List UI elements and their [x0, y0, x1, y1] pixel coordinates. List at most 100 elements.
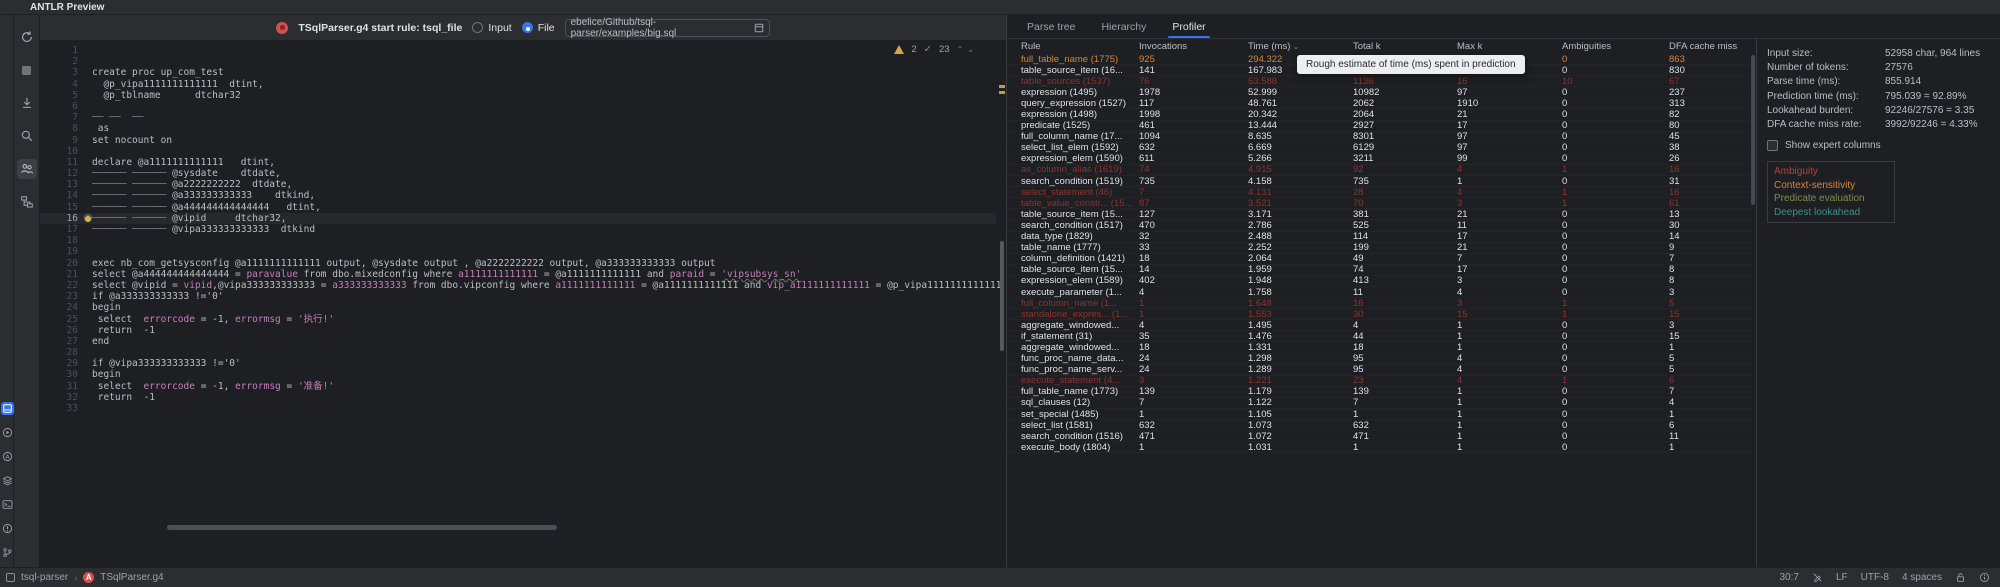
- column-header[interactable]: Time (ms) ⌄: [1248, 41, 1353, 52]
- git-branch-icon[interactable]: [1, 546, 14, 559]
- profiler-people-icon[interactable]: [17, 159, 37, 179]
- line-separator[interactable]: LF: [1836, 572, 1848, 583]
- breadcrumb-file[interactable]: TSqlParser.g4: [100, 572, 163, 583]
- table-vertical-scrollbar[interactable]: [1751, 55, 1755, 205]
- column-header[interactable]: DFA cache miss: [1669, 41, 1756, 52]
- code-line[interactable]: 19: [40, 246, 996, 257]
- code-line[interactable]: 33: [40, 403, 996, 414]
- code-line[interactable]: 3create proc up_com_test: [40, 67, 996, 78]
- code-line[interactable]: 29if @vipa333333333333 !='0': [40, 358, 996, 369]
- table-row[interactable]: full_column_name (17...10948.63583019704…: [1007, 132, 1756, 143]
- input-radio[interactable]: Input: [472, 22, 511, 34]
- table-row[interactable]: standalone_expres... (1...11.5533015115: [1007, 309, 1756, 320]
- editor-horizontal-scrollbar[interactable]: [92, 525, 996, 531]
- table-row[interactable]: data_type (1829)322.48811417014: [1007, 232, 1756, 243]
- table-row[interactable]: execute_statement (4...31.22123416: [1007, 376, 1756, 387]
- code-line[interactable]: 32 return -1: [40, 392, 996, 403]
- highlighting-level-icon[interactable]: [1812, 572, 1823, 583]
- error-stripe-mark[interactable]: [999, 91, 1005, 94]
- code-line[interactable]: 8 as: [40, 123, 996, 134]
- problems-icon[interactable]: [1, 522, 14, 535]
- table-row[interactable]: search_condition (1517)4702.78652511030: [1007, 220, 1756, 231]
- code-line[interactable]: 25 select errorcode = -1, errormsg = '执行…: [40, 314, 996, 325]
- input-radio-circle[interactable]: [472, 22, 483, 33]
- table-row[interactable]: full_column_name (1...11.64816315: [1007, 298, 1756, 309]
- refresh-icon[interactable]: [17, 27, 37, 47]
- table-row[interactable]: aggregate_windowed...181.33118101: [1007, 342, 1756, 353]
- code-editor[interactable]: 123create proc up_com_test4 @p_vipa11111…: [40, 41, 1006, 567]
- code-line[interactable]: 21select @a444444444444444 = paravalue f…: [40, 269, 996, 280]
- code-line[interactable]: 6: [40, 101, 996, 112]
- indent-setting[interactable]: 4 spaces: [1902, 572, 1942, 583]
- table-row[interactable]: table_source_item (15...141.959741708: [1007, 265, 1756, 276]
- column-header[interactable]: Rule: [1021, 41, 1139, 52]
- code-line[interactable]: 31 select errorcode = -1, errormsg = '准备…: [40, 381, 996, 392]
- code-line[interactable]: 18: [40, 235, 996, 246]
- active-tool-window-icon[interactable]: [1, 402, 14, 415]
- tab-profiler[interactable]: Profiler: [1172, 15, 1205, 38]
- file-radio-circle[interactable]: [522, 22, 533, 33]
- terminal-icon[interactable]: [1, 498, 14, 511]
- table-row[interactable]: column_definition (1421)182.06449707: [1007, 254, 1756, 265]
- code-line[interactable]: 11declare @a1111111111111 dtint,: [40, 157, 996, 168]
- code-line[interactable]: 4 @p_vipa1111111111111 dtint,: [40, 79, 996, 90]
- code-line[interactable]: 16────── ────── @vipid dtchar32,: [40, 213, 996, 224]
- code-line[interactable]: 7── ── ──: [40, 112, 996, 123]
- code-line[interactable]: 5 @p_tblname dtchar32: [40, 90, 996, 101]
- services-icon[interactable]: [1, 474, 14, 487]
- code-line[interactable]: 23if @a333333333333 !='0': [40, 291, 996, 302]
- table-row[interactable]: predicate (1525)46113.444292717080: [1007, 121, 1756, 132]
- code-line[interactable]: 22select @vipid = vipid,@vipa33333333333…: [40, 280, 996, 291]
- code-line[interactable]: 30begin: [40, 369, 996, 380]
- table-row[interactable]: table_sources (1537)7653.5881136161067: [1007, 76, 1756, 87]
- table-row[interactable]: if_statement (31)351.476441015: [1007, 331, 1756, 342]
- tab-parse-tree[interactable]: Parse tree: [1027, 15, 1075, 38]
- stop-icon[interactable]: [17, 60, 37, 80]
- editor-vertical-scrollbar[interactable]: [1000, 241, 1004, 351]
- code-line[interactable]: 20exec nb_com_getsysconfig @a11111111111…: [40, 258, 996, 269]
- unlock-icon[interactable]: [1955, 572, 1966, 583]
- scroll-to-source-icon[interactable]: [17, 93, 37, 113]
- error-stripe-mark[interactable]: [999, 85, 1005, 88]
- code-line[interactable]: 2: [40, 56, 996, 67]
- code-line[interactable]: 27end: [40, 336, 996, 347]
- code-line[interactable]: 13────── ────── @a2222222222 dtdate,: [40, 179, 996, 190]
- hierarchy-icon[interactable]: [17, 192, 37, 212]
- tab-hierarchy[interactable]: Hierarchy: [1101, 15, 1146, 38]
- table-row[interactable]: aggregate_windowed...41.4954103: [1007, 320, 1756, 331]
- table-row[interactable]: select_list_elem (1592)6326.669612997038: [1007, 143, 1756, 154]
- code-line[interactable]: 24begin: [40, 302, 996, 313]
- column-header[interactable]: Max k: [1457, 41, 1562, 52]
- caret-position[interactable]: 30:7: [1779, 572, 1798, 583]
- code-line[interactable]: 28: [40, 347, 996, 358]
- search-icon[interactable]: [17, 126, 37, 146]
- table-row[interactable]: sql_clauses (12)71.1227104: [1007, 398, 1756, 409]
- table-row[interactable]: search_condition (1516)4711.0724711011: [1007, 431, 1756, 442]
- table-row[interactable]: select_statement (46)74.131284116: [1007, 187, 1756, 198]
- code-line[interactable]: 26 return -1: [40, 325, 996, 336]
- table-row[interactable]: table_source_item (15...1273.17138121013: [1007, 209, 1756, 220]
- antlr-tool-icon[interactable]: A: [1, 450, 14, 463]
- table-row[interactable]: search_condition (1519)7354.1587351031: [1007, 176, 1756, 187]
- table-row[interactable]: table_name (1777)332.2521992109: [1007, 243, 1756, 254]
- browse-file-icon[interactable]: [754, 23, 764, 33]
- file-encoding[interactable]: UTF-8: [1861, 572, 1889, 583]
- table-row[interactable]: execute_body (1804)11.0311101: [1007, 442, 1756, 453]
- column-header[interactable]: Total k: [1353, 41, 1457, 52]
- run-icon[interactable]: [1, 426, 14, 439]
- table-row[interactable]: as_column_alias (1619)744.915924116: [1007, 165, 1756, 176]
- table-row[interactable]: expression_elem (1590)6115.266321199026: [1007, 154, 1756, 165]
- inspections-widget[interactable]: 2 ✓ 23 ⌃⌄: [894, 44, 978, 55]
- table-row[interactable]: select_list (1581)6321.073632106: [1007, 420, 1756, 431]
- show-expert-columns-checkbox[interactable]: Show expert columns: [1767, 140, 2000, 151]
- checkbox-box[interactable]: [1767, 140, 1778, 151]
- code-line[interactable]: 12────── ────── @sysdate dtdate,: [40, 168, 996, 179]
- file-radio[interactable]: File: [522, 22, 555, 34]
- table-row[interactable]: full_table_name (1773)1391.179139107: [1007, 387, 1756, 398]
- table-row[interactable]: expression (1498)199820.342206421082: [1007, 109, 1756, 120]
- code-line[interactable]: 10: [40, 146, 996, 157]
- table-row[interactable]: table_value_constr... (15...873.52170316…: [1007, 198, 1756, 209]
- code-line[interactable]: 17────── ────── @vipa333333333333 dtkind: [40, 224, 996, 235]
- table-row[interactable]: set_special (1485)11.1051101: [1007, 409, 1756, 420]
- code-line[interactable]: 1: [40, 45, 996, 56]
